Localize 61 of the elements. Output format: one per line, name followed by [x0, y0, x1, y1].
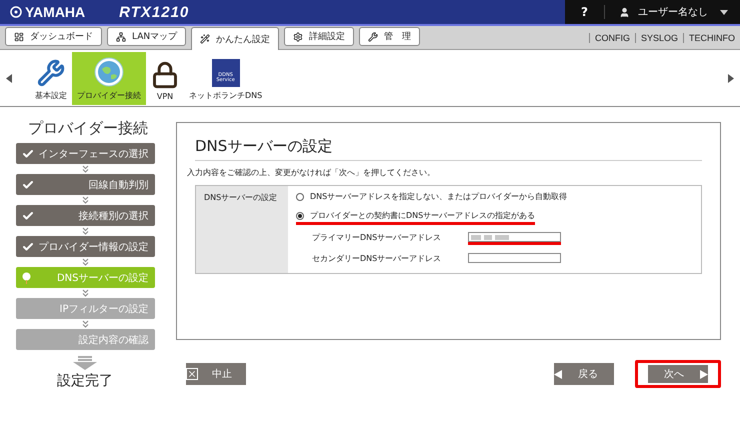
chevron-down-icon: [82, 289, 88, 297]
wrench-icon: [368, 32, 378, 42]
cancel-icon: [186, 368, 198, 380]
settings-icon: [293, 32, 304, 42]
chevron-down-icon: [82, 165, 88, 173]
instructions: 入力内容をご確認の上、変更がなければ「次へ」を押してください。: [187, 167, 436, 178]
address-field[interactable]: [468, 232, 561, 242]
wizard-item[interactable]: プロバイダー接続: [72, 52, 146, 104]
wizard-step: インターフェースの選択: [16, 143, 154, 164]
nav-tab[interactable]: かんたん設定: [191, 27, 280, 50]
check-icon: [22, 210, 34, 222]
wizard-step: 接続種別の選択: [16, 205, 154, 226]
check-icon: [22, 148, 34, 160]
final-step: 設定完了: [57, 372, 113, 390]
radio-option[interactable]: プロバイダーとの契約書にDNSサーバーアドレスの指定がある: [296, 209, 536, 225]
wizard-item[interactable]: VPN: [146, 52, 184, 104]
check-icon: [22, 178, 34, 190]
help-button[interactable]: ?: [565, 5, 605, 19]
model-name: RTX1210: [119, 4, 190, 20]
arrow-left-icon: [554, 370, 562, 378]
user-icon: [619, 6, 630, 18]
field-label: プライマリーDNSサーバーアドレス: [312, 232, 442, 242]
nav-tab[interactable]: ダッシュボード: [5, 27, 102, 46]
network-icon: [116, 32, 126, 42]
header-link[interactable]: SYSLOG: [634, 32, 683, 42]
radio-option[interactable]: DNSサーバーアドレスを指定しない、またはプロバイダーから自動取得: [296, 190, 568, 206]
lock-icon: [151, 60, 179, 88]
globe-icon: [94, 56, 124, 86]
address-field[interactable]: [468, 253, 561, 263]
arrow-down-icon: [73, 356, 97, 370]
header-link[interactable]: CONFIG: [588, 32, 635, 42]
chevron-down-icon: [82, 227, 88, 235]
chevron-down-icon: [82, 320, 88, 328]
arrow-right-icon: [700, 370, 708, 378]
wizard-item[interactable]: 基本設定: [30, 52, 72, 104]
dashboard-icon: [14, 32, 24, 42]
nav-tab[interactable]: 詳細設定: [284, 27, 354, 46]
wizard-step: 設定内容の確認: [16, 329, 154, 350]
wizard-step: 回線自動判別: [16, 174, 154, 195]
brand-logo: YAMAHA: [10, 4, 86, 20]
card-title: DNSサーバーの設定: [195, 137, 702, 161]
nav-tab[interactable]: LANマップ: [107, 27, 186, 46]
row-label: DNSサーバーの設定: [196, 186, 288, 273]
check-icon: [22, 240, 34, 252]
chevron-down-icon: [82, 196, 88, 204]
wizard-title: プロバイダー接続: [28, 119, 148, 138]
wrench-icon: [37, 58, 65, 86]
chevron-down-icon: [82, 258, 88, 266]
wizard-step: プロバイダー情報の設定: [16, 236, 154, 257]
pin-icon: [22, 272, 30, 284]
user-name: ユーザー名なし: [638, 6, 708, 19]
field-label: セカンダリーDNSサーバーアドレス: [312, 252, 442, 264]
wizard-step: DNSサーバーの設定: [16, 267, 154, 288]
next-button[interactable]: 次へ: [635, 360, 721, 388]
scroll-left-icon[interactable]: [6, 74, 12, 82]
header-link[interactable]: TECHINFO: [683, 32, 740, 42]
wand-icon: [200, 34, 210, 44]
caret-icon[interactable]: [720, 10, 728, 14]
scroll-right-icon[interactable]: [728, 74, 734, 82]
nav-tab[interactable]: 管 理: [359, 27, 420, 46]
wizard-step: IPフィルターの設定: [16, 298, 154, 319]
